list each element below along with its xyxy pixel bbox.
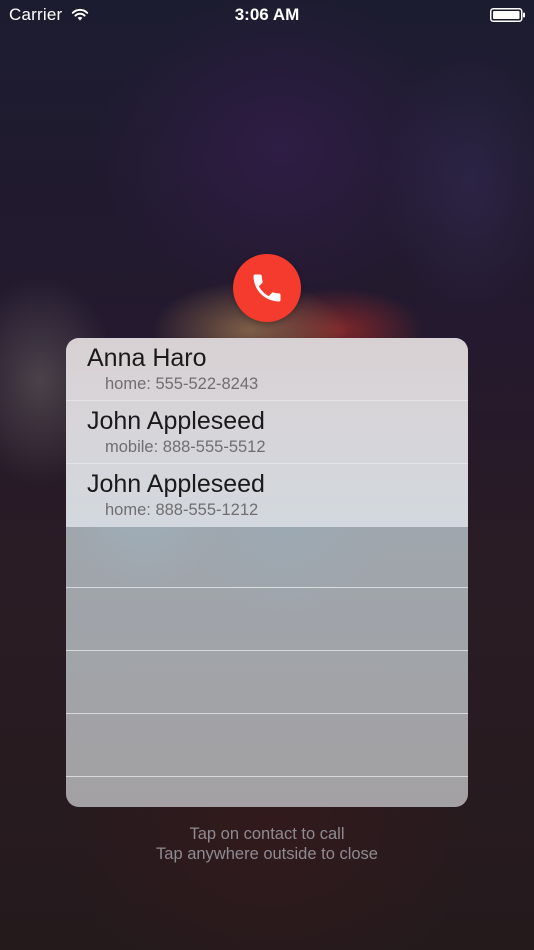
contact-name: Anna Haro xyxy=(87,344,207,372)
empty-row xyxy=(66,525,468,588)
empty-row xyxy=(66,588,468,651)
contact-phone: home: 888-555-1212 xyxy=(105,501,259,519)
contact-row[interactable]: John Appleseed home: 888-555-1212 xyxy=(66,464,468,527)
empty-rows xyxy=(66,525,468,777)
empty-row xyxy=(66,651,468,714)
contact-phone: home: 555-522-8243 xyxy=(105,375,259,393)
hint-tap-contact: Tap on contact to call xyxy=(189,825,345,843)
contact-name: John Appleseed xyxy=(87,407,265,435)
contact-row[interactable]: Anna Haro home: 555-522-8243 xyxy=(66,338,468,401)
contact-name: John Appleseed xyxy=(87,470,265,498)
contact-row[interactable]: John Appleseed mobile: 888-555-5512 xyxy=(66,401,468,464)
battery-icon xyxy=(490,8,525,22)
phone-icon xyxy=(253,274,281,302)
contacts-panel: Anna Haro home: 555-522-8243 John Apples… xyxy=(66,338,468,807)
contact-list: Anna Haro home: 555-522-8243 John Apples… xyxy=(66,338,468,527)
empty-row xyxy=(66,714,468,777)
hint-tap-outside: Tap anywhere outside to close xyxy=(156,845,378,863)
contact-phone: mobile: 888-555-5512 xyxy=(105,438,266,456)
call-button[interactable] xyxy=(233,254,301,322)
status-bar: Carrier 3:06 AM xyxy=(0,0,534,30)
status-time: 3:06 AM xyxy=(234,5,300,24)
